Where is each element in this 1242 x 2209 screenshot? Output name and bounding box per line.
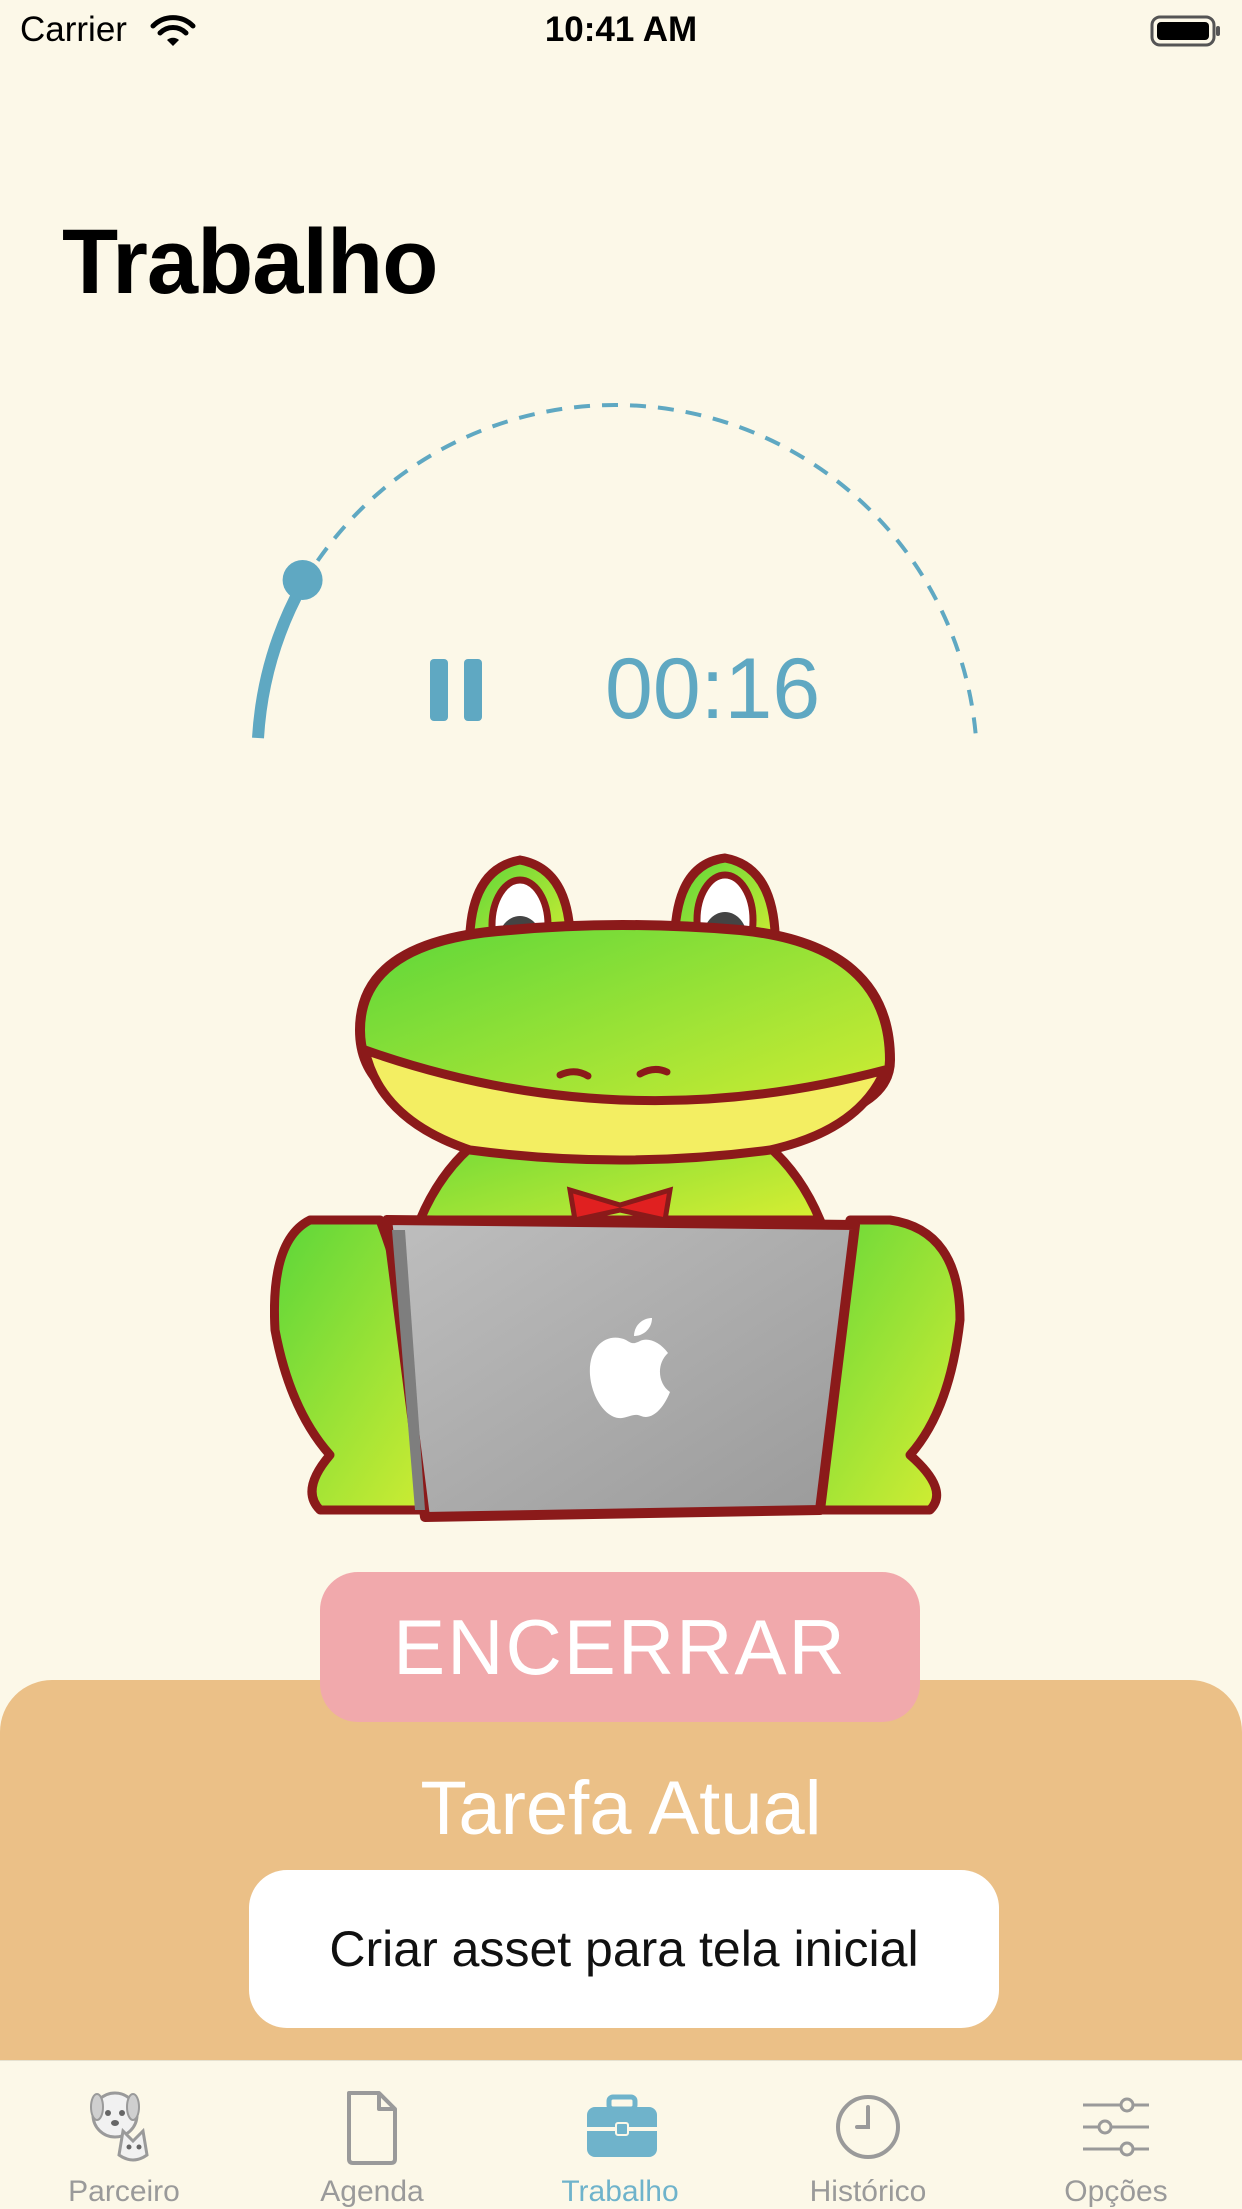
tab-historico[interactable]: Histórico [744,2061,992,2209]
timer-display: 00:16 [605,641,821,737]
tab-label: Trabalho [561,2175,679,2208]
tab-agenda[interactable]: Agenda [248,2061,496,2209]
tab-bar: Parceiro Agenda Trabalho Histórico Opçõe… [0,2060,1242,2209]
briefcase-icon [587,2094,657,2157]
tab-label: Histórico [809,2175,927,2208]
status-bar: Carrier 10:41 AM [0,0,1242,62]
tab-label: Parceiro [68,2175,180,2208]
end-session-button[interactable]: ENCERRAR [320,1572,920,1722]
tab-opcoes[interactable]: Opções [992,2061,1240,2209]
pause-icon [430,659,448,721]
clock-icon [836,2095,900,2159]
page-title: Trabalho [62,211,438,313]
current-task-panel: Tarefa Atual Criar asset para tela inici… [0,1680,1242,2060]
tab-trabalho[interactable]: Trabalho [496,2061,744,2209]
tab-label: Agenda [320,2175,424,2208]
current-task-field[interactable]: Criar asset para tela inicial [249,1870,999,2028]
status-time: 10:41 AM [544,10,698,49]
timer-progress-knob [282,560,323,600]
tab-parceiro[interactable]: Parceiro [0,2061,248,2209]
pause-icon-bar [464,659,482,721]
pets-icon [90,2091,149,2162]
frog-working-illustration [270,853,965,1522]
document-icon [347,2091,397,2165]
timer-elapsed-arc [252,581,308,739]
current-task-heading: Tarefa Atual [420,1766,822,1851]
pause-button[interactable] [425,655,487,725]
battery-icon [1150,15,1220,47]
sliders-icon [1083,2097,1149,2157]
tab-label: Opções [1064,2175,1168,2208]
